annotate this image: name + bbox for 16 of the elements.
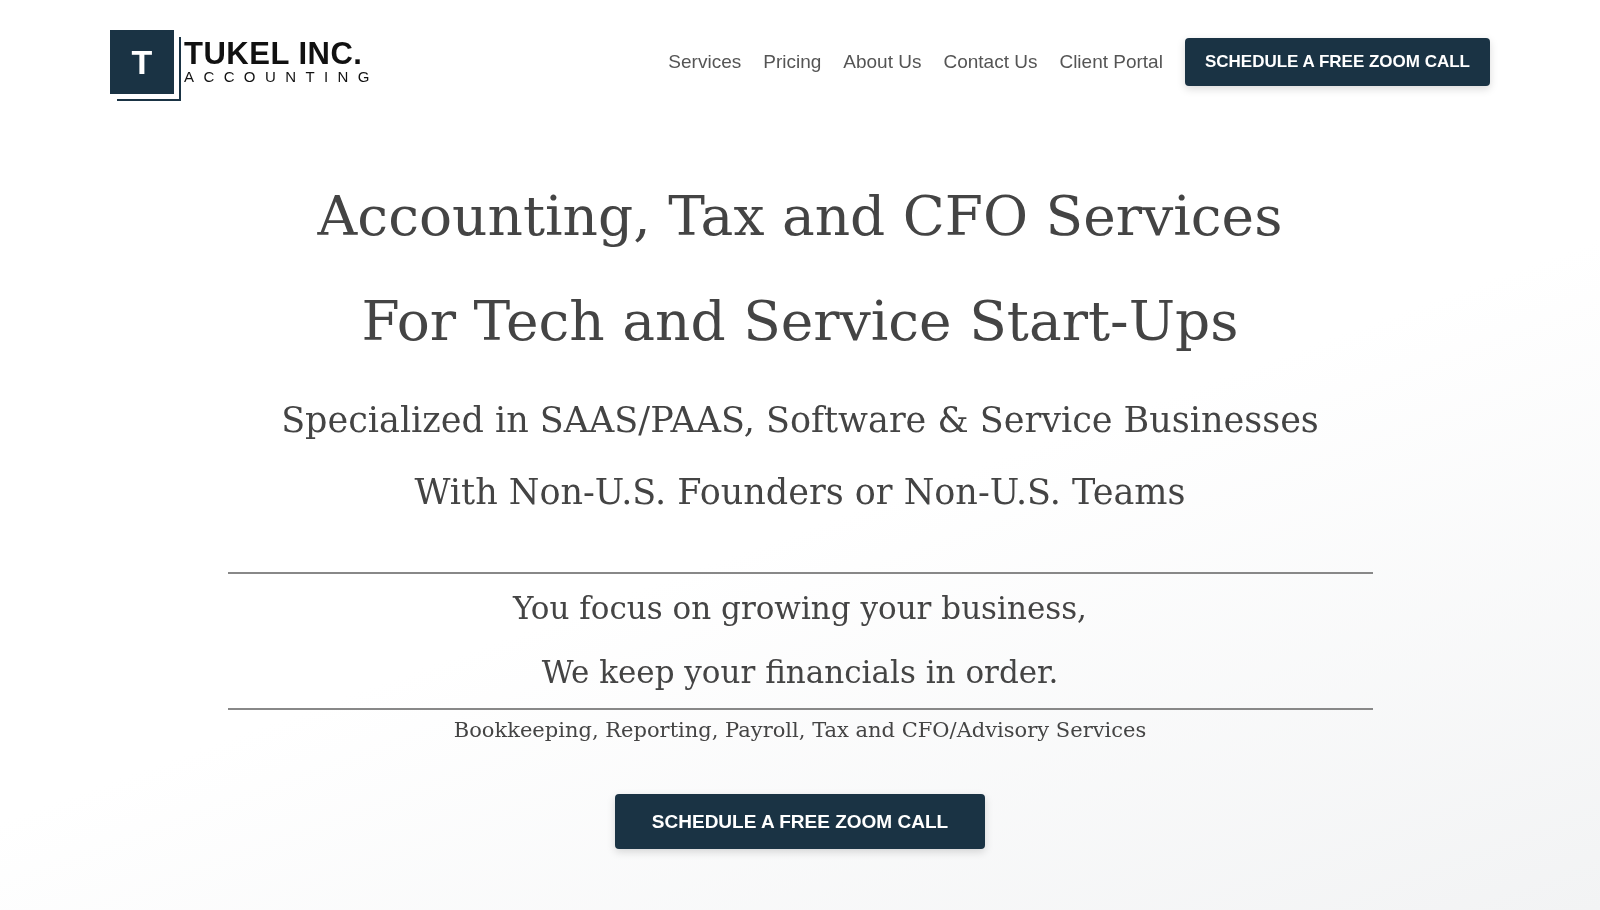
nav-link[interactable]: Contact Us [943,51,1038,73]
nav-link[interactable]: About Us [843,51,922,73]
logo-name: TUKEL INC. [184,38,364,70]
headline: Accounting, Tax and CFO Services [317,183,1283,250]
tagline: We keep your financials in order. [541,653,1059,692]
logo-tagline: ACCOUNTING [184,69,379,86]
schedule-call-button[interactable]: SCHEDULE A FREE ZOOM CALL [1184,38,1490,86]
subheadline: Specialized in SAAS/PAAS, Software & Service Businesses [281,399,1319,442]
headline: For Tech and Service Start-Ups [361,288,1239,355]
nav-link[interactable]: Client Portal [1059,51,1163,73]
services-text: Bookkeeping, Reporting, Payroll, Tax and CFO/Advisory Services [453,718,1147,742]
schedule-call-button[interactable]: SCHEDULE A FREE ZOOM CALL [615,794,985,849]
nav-link[interactable]: Pricing [763,51,822,73]
nav-link[interactable]: Services [668,51,742,73]
subheadline: With Non-U.S. Founders or Non-U.S. Teams [414,471,1186,514]
tagline: You focus on growing your business, [513,589,1087,628]
